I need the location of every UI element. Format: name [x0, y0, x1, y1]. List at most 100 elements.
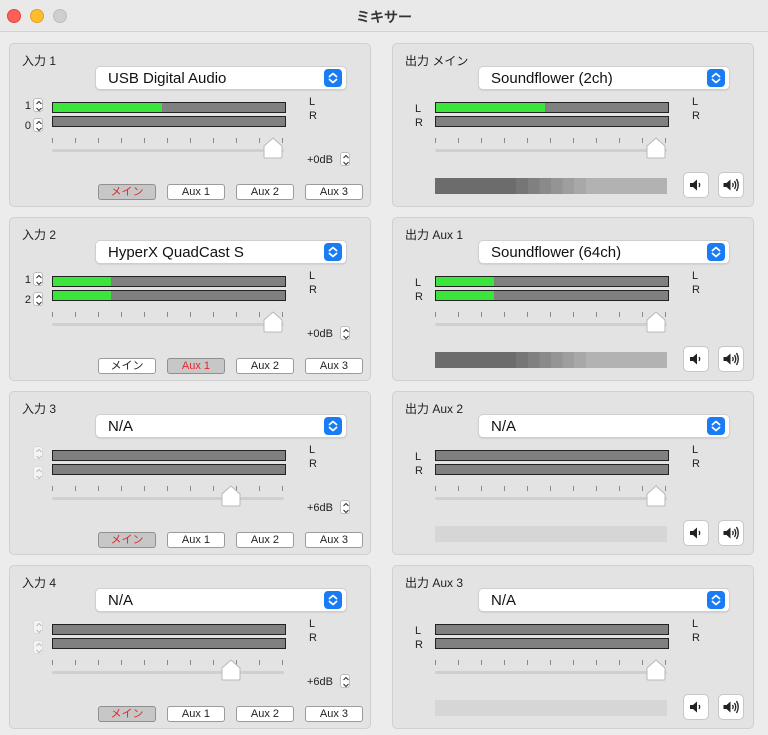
input-4-route-button-2[interactable]: Aux 1: [167, 706, 225, 722]
input-2-meter-right: [52, 290, 286, 301]
input-1-route-button-2[interactable]: Aux 1: [167, 184, 225, 200]
input-2-channel-right-stepper[interactable]: [33, 292, 43, 306]
output-4-volume-slider-tick: [550, 660, 551, 665]
input-3-route-button-3[interactable]: Aux 2: [236, 532, 294, 548]
output-4-speaker-high-button[interactable]: [718, 694, 744, 720]
output-3-speaker-low-button[interactable]: [683, 520, 709, 546]
chevron-up-down-icon: [707, 417, 725, 435]
output-3-volume-slider-tick: [458, 486, 459, 491]
input-2-device-dropdown[interactable]: HyperX QuadCast S: [95, 240, 347, 264]
input-4-gain-stepper[interactable]: [340, 674, 350, 688]
input-2-gain-slider-thumb[interactable]: [262, 311, 284, 338]
input-4-label: 入力 4: [22, 576, 57, 590]
input-4-route-button-1[interactable]: メイン: [98, 706, 156, 722]
output-3-volume-slider-thumb[interactable]: [645, 485, 667, 512]
input-1-channel-right-stepper[interactable]: [33, 118, 43, 132]
input-4-gain-slider-tick: [282, 660, 283, 665]
input-3-gain-slider-track[interactable]: [52, 497, 284, 500]
input-1-channel-right-number: 0: [24, 120, 31, 132]
input-3-route-button-1[interactable]: メイン: [98, 532, 156, 548]
input-1-channel-left-stepper[interactable]: [33, 98, 43, 112]
input-4-route-button-4[interactable]: Aux 3: [305, 706, 363, 722]
input-2-channel-left-stepper[interactable]: [33, 272, 43, 286]
input-3-gain-slider-tick: [144, 486, 145, 491]
input-2-gain-slider-tick: [213, 312, 214, 317]
input-4-channel-right-stepper[interactable]: [33, 640, 43, 654]
input-3-gain-slider-tick: [190, 486, 191, 491]
input-1-gain-stepper[interactable]: [340, 152, 350, 166]
output-2-volume-slider-tick: [642, 312, 643, 317]
input-1-gain-slider-tick: [236, 138, 237, 143]
input-3-gain-slider-thumb[interactable]: [220, 485, 242, 512]
input-panel-3: 入力 3 N/A L R +6dB メイン Aux 1 Aux 2 Aux 3: [9, 391, 371, 555]
input-3-left-label: L: [309, 444, 316, 456]
output-1-meter-right: [435, 116, 669, 127]
input-4-route-button-3[interactable]: Aux 2: [236, 706, 294, 722]
input-4-gain-slider-thumb[interactable]: [220, 659, 242, 686]
output-1-volume-slider-track[interactable]: [435, 149, 667, 152]
input-2-channel-left-number: 1: [24, 274, 31, 286]
input-1-gain-slider-tick: [259, 138, 260, 143]
output-4-speaker-low-button[interactable]: [683, 694, 709, 720]
input-1-gain-value: +0dB: [307, 154, 333, 166]
input-3-gain-stepper[interactable]: [340, 500, 350, 514]
output-3-left-label: L: [692, 444, 699, 456]
output-4-device-dropdown[interactable]: N/A: [478, 588, 730, 612]
output-2-device-dropdown[interactable]: Soundflower (64ch): [478, 240, 730, 264]
input-3-channel-right-stepper[interactable]: [33, 466, 43, 480]
input-3-channel-left-stepper[interactable]: [33, 446, 43, 460]
chevron-up-down-icon: [707, 243, 725, 261]
input-3-gain-slider-tick: [213, 486, 214, 491]
input-2-route-button-4[interactable]: Aux 3: [305, 358, 363, 374]
output-4-meter-left: [435, 624, 669, 635]
input-1-meter-left-fill: [53, 103, 163, 112]
input-1-gain-slider-tick: [121, 138, 122, 143]
input-2-gain-slider-tick: [98, 312, 99, 317]
input-4-channel-left-stepper[interactable]: [33, 620, 43, 634]
input-4-gain-slider-tick: [259, 660, 260, 665]
output-1-volume-slider-tick: [619, 138, 620, 143]
output-1-speaker-low-button[interactable]: [683, 172, 709, 198]
input-1-device-dropdown[interactable]: USB Digital Audio: [95, 66, 347, 90]
output-2-right-label: R: [692, 284, 700, 296]
output-1-device-dropdown[interactable]: Soundflower (2ch): [478, 66, 730, 90]
input-2-gain-slider-tick: [167, 312, 168, 317]
output-3-device-dropdown[interactable]: N/A: [478, 414, 730, 438]
input-1-route-button-4[interactable]: Aux 3: [305, 184, 363, 200]
output-3-volume-slider-track[interactable]: [435, 497, 667, 500]
output-2-volume-slider-tick: [527, 312, 528, 317]
output-2-speaker-low-button[interactable]: [683, 346, 709, 372]
input-3-route-button-4[interactable]: Aux 3: [305, 532, 363, 548]
input-2-gain-stepper[interactable]: [340, 326, 350, 340]
output-1-volume-slider-thumb[interactable]: [645, 137, 667, 164]
input-3-device-dropdown[interactable]: N/A: [95, 414, 347, 438]
output-3-level-history-bar: [435, 526, 667, 542]
output-4-volume-slider-track[interactable]: [435, 671, 667, 674]
input-2-route-button-1[interactable]: メイン: [98, 358, 156, 374]
output-1-speaker-high-button[interactable]: [718, 172, 744, 198]
output-3-device-value: N/A: [491, 418, 517, 435]
input-4-device-dropdown[interactable]: N/A: [95, 588, 347, 612]
output-2-meter-left: [435, 276, 669, 287]
output-2-speaker-high-button[interactable]: [718, 346, 744, 372]
input-4-right-label: R: [309, 632, 317, 644]
output-2-volume-slider-thumb[interactable]: [645, 311, 667, 338]
output-4-volume-slider-tick: [504, 660, 505, 665]
input-2-route-button-2[interactable]: Aux 1: [167, 358, 225, 374]
chevron-up-down-icon: [707, 69, 725, 87]
input-1-gain-slider-thumb[interactable]: [262, 137, 284, 164]
input-1-route-button-1[interactable]: メイン: [98, 184, 156, 200]
output-2-volume-slider-track[interactable]: [435, 323, 667, 326]
input-3-route-button-2[interactable]: Aux 1: [167, 532, 225, 548]
input-2-left-label: L: [309, 270, 316, 282]
input-2-route-button-3[interactable]: Aux 2: [236, 358, 294, 374]
output-panel-3: 出力 Aux 2 N/A L R L R: [392, 391, 754, 555]
input-2-gain-slider-track[interactable]: [52, 323, 284, 326]
output-4-volume-slider-tick: [527, 660, 528, 665]
input-4-gain-slider-track[interactable]: [52, 671, 284, 674]
output-4-volume-slider-thumb[interactable]: [645, 659, 667, 686]
output-3-speaker-high-button[interactable]: [718, 520, 744, 546]
input-1-gain-slider-track[interactable]: [52, 149, 284, 152]
input-1-route-button-3[interactable]: Aux 2: [236, 184, 294, 200]
output-1-right-label: R: [692, 110, 700, 122]
